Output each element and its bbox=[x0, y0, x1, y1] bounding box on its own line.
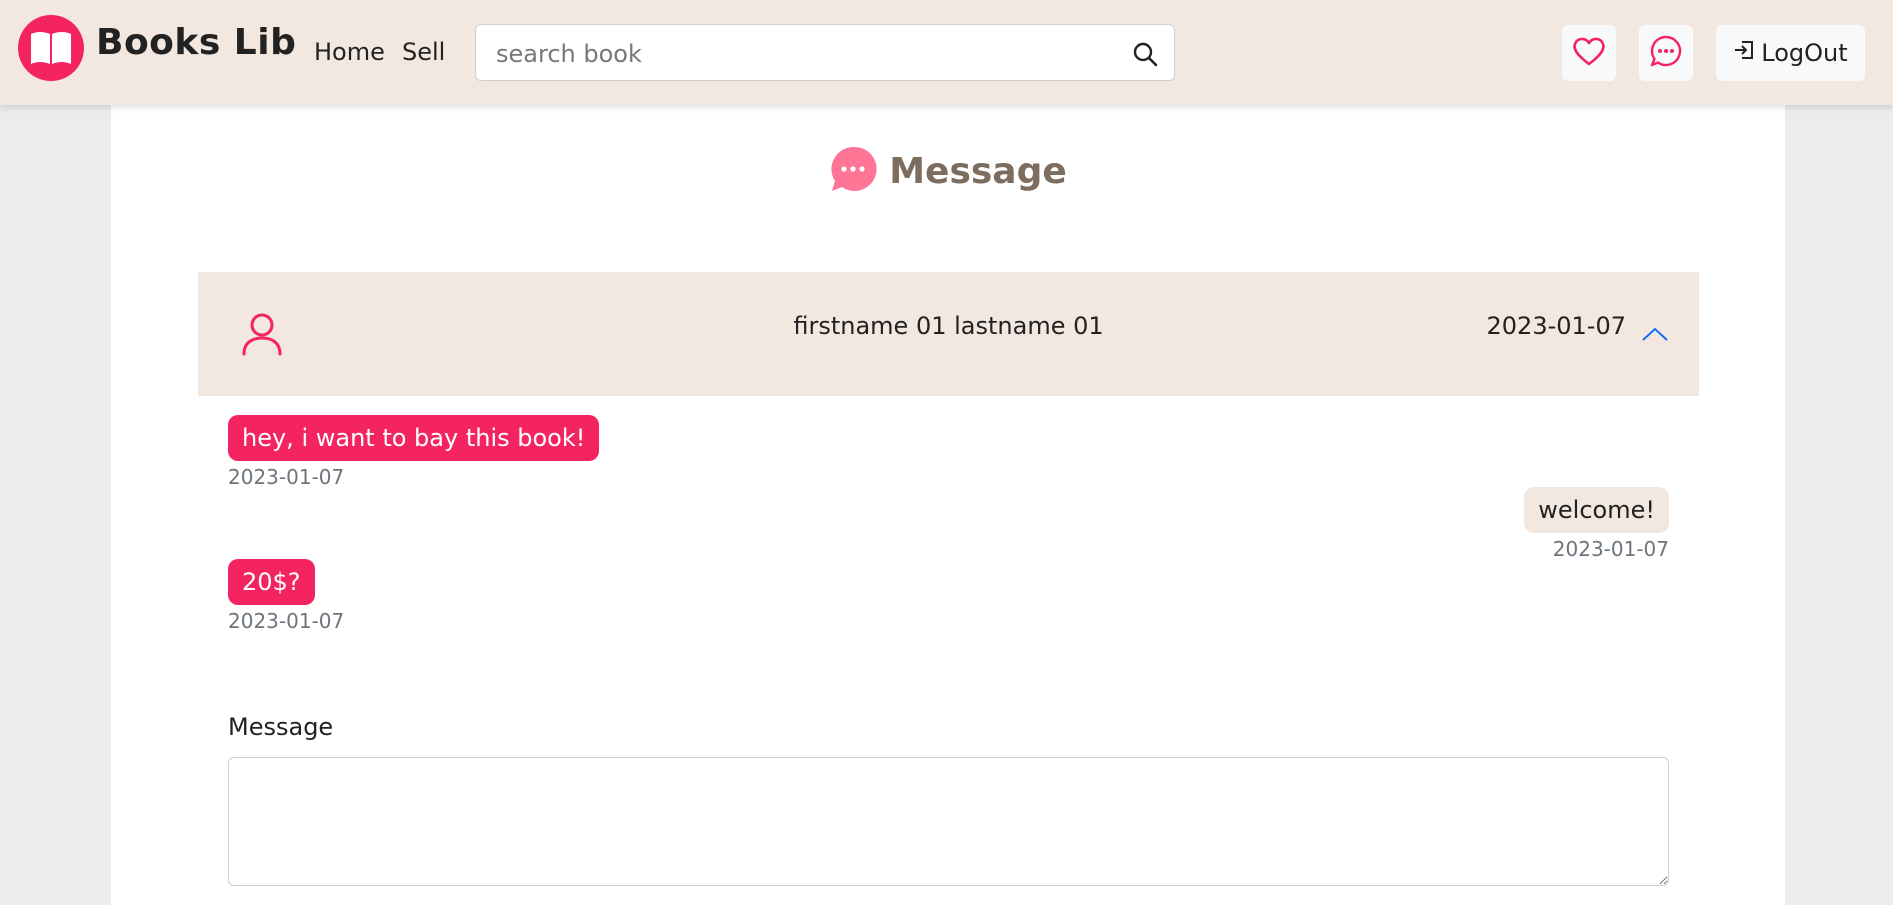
page-title: Message bbox=[889, 150, 1067, 192]
search-input[interactable] bbox=[494, 35, 1098, 73]
message-timestamp: 2023-01-07 bbox=[228, 609, 345, 633]
logout-label: LogOut bbox=[1761, 39, 1848, 67]
message-card: Message firstname 01 lastname 01 2023-01… bbox=[111, 105, 1785, 905]
conversation-date: 2023-01-07 bbox=[1486, 312, 1626, 340]
compose-label: Message bbox=[228, 713, 334, 741]
chevron-up-icon[interactable] bbox=[1641, 326, 1669, 346]
page-header: Message bbox=[111, 145, 1785, 197]
message-bubble-incoming: hey, i want to bay this book! bbox=[228, 415, 600, 461]
search-box bbox=[475, 24, 1175, 81]
chat-icon bbox=[1649, 34, 1683, 72]
logout-icon bbox=[1733, 39, 1755, 67]
messages-button[interactable] bbox=[1639, 25, 1693, 81]
message-input[interactable] bbox=[228, 757, 1669, 886]
message-timestamp: 2023-01-07 bbox=[228, 465, 345, 489]
navbar: Books Lib Home Sell search book LogOut bbox=[0, 0, 1893, 105]
conversation-name: firstname 01 lastname 01 bbox=[793, 312, 1104, 340]
logout-button[interactable]: LogOut bbox=[1716, 25, 1865, 81]
heart-icon bbox=[1572, 36, 1606, 70]
message-timestamp: 2023-01-07 bbox=[1552, 537, 1669, 561]
nav-sell-link[interactable]: Sell bbox=[402, 38, 445, 66]
book-icon[interactable] bbox=[18, 15, 84, 81]
message-bubble-outgoing: welcome! bbox=[1524, 487, 1669, 533]
search-icon[interactable] bbox=[1132, 41, 1158, 67]
brand-name[interactable]: Books Lib bbox=[96, 22, 296, 63]
nav-home-link[interactable]: Home bbox=[314, 38, 385, 66]
favorites-button[interactable] bbox=[1562, 25, 1616, 81]
message-bubble-incoming: 20$? bbox=[228, 559, 315, 605]
conversation-header[interactable]: firstname 01 lastname 01 2023-01-07 bbox=[198, 272, 1699, 396]
chat-bubble-icon bbox=[829, 145, 877, 197]
